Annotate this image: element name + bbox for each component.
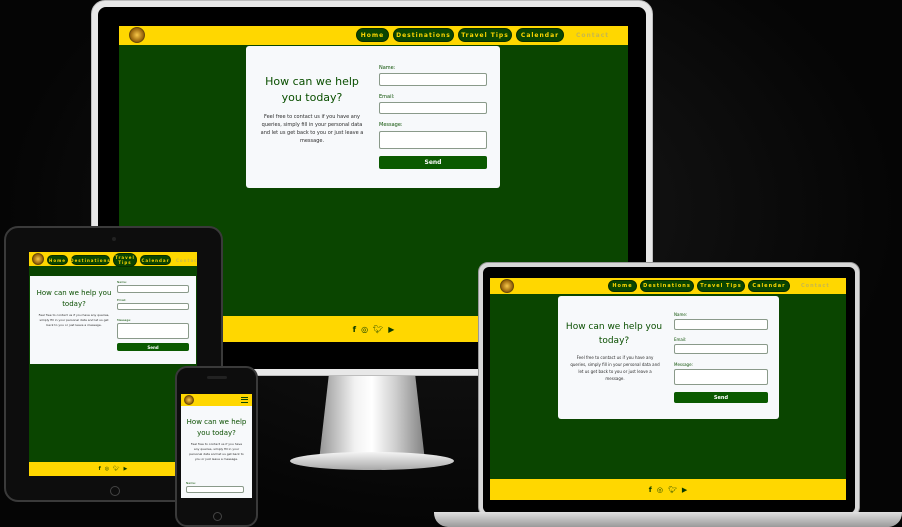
message-label: Message: — [674, 362, 693, 367]
youtube-icon[interactable]: ▶ — [388, 325, 394, 334]
contact-heading: How can we help you today? — [565, 322, 663, 346]
facebook-icon[interactable]: f — [99, 466, 101, 472]
nav-travel-tips[interactable]: Travel Tips — [458, 28, 512, 42]
message-label: Message: — [117, 318, 132, 322]
name-label: Name: — [117, 280, 127, 284]
contact-heading: How can we help you today? — [265, 75, 359, 104]
twitter-icon[interactable]: 🐦︎ — [113, 466, 119, 472]
contact-card: How can we help you today? Feel free to … — [558, 296, 779, 419]
contact-heading: How can we help you today? — [36, 289, 112, 308]
site-logo[interactable] — [500, 279, 514, 293]
desktop-navbar: Home Destinations Travel Tips Calendar C… — [119, 26, 628, 45]
nav-destinations[interactable]: Destinations — [393, 28, 454, 42]
nav-calendar[interactable]: Calendar — [516, 28, 564, 42]
message-field[interactable] — [117, 323, 189, 339]
nav-home[interactable]: Home — [47, 255, 68, 265]
nav-destinations[interactable]: Destinations — [640, 280, 694, 292]
nav-travel-tips[interactable]: Travel Tips — [113, 253, 137, 267]
name-field[interactable] — [186, 486, 244, 493]
nav-destinations[interactable]: Destinations — [70, 255, 110, 265]
site-logo[interactable] — [184, 395, 194, 405]
tablet-screen: Home Destinations Travel Tips Calendar C… — [29, 252, 197, 476]
nav-calendar[interactable]: Calendar — [140, 255, 171, 265]
monitor-stand — [319, 376, 425, 456]
email-field[interactable] — [379, 102, 487, 114]
send-button[interactable]: Send — [674, 392, 768, 403]
send-button[interactable]: Send — [117, 343, 189, 351]
site-logo[interactable] — [32, 253, 44, 265]
contact-intro: Feel free to contact us if you have any … — [38, 313, 110, 327]
contact-intro: Feel free to contact us if you have any … — [189, 442, 244, 461]
youtube-icon[interactable]: ▶ — [682, 486, 687, 494]
contact-heading: How can we help you today? — [186, 418, 247, 437]
laptop-screen: Home Destinations Travel Tips Calendar C… — [490, 278, 846, 500]
phone-home-button — [213, 512, 222, 521]
nav-travel-tips[interactable]: Travel Tips — [697, 280, 745, 292]
twitter-icon[interactable]: 🐦︎ — [668, 486, 677, 494]
facebook-icon[interactable]: f — [649, 486, 652, 494]
name-label: Name: — [674, 312, 688, 317]
instagram-icon[interactable]: ◎ — [657, 486, 663, 494]
email-label: Email: — [117, 298, 127, 302]
contact-intro: Feel free to contact us if you have any … — [260, 114, 364, 144]
twitter-icon[interactable]: 🐦︎ — [373, 325, 383, 334]
tablet-home-button — [110, 486, 120, 496]
instagram-icon[interactable]: ◎ — [105, 466, 109, 472]
facebook-icon[interactable]: f — [353, 325, 356, 334]
message-field[interactable] — [674, 369, 768, 385]
email-label: Email: — [674, 337, 687, 342]
instagram-icon[interactable]: ◎ — [361, 325, 368, 334]
phone-screen: How can we help you today? Feel free to … — [181, 394, 252, 498]
name-label: Name: — [379, 65, 396, 71]
contact-card: How can we help you today? Feel free to … — [246, 46, 500, 188]
contact-card: How can we help you today? Feel free to … — [30, 276, 196, 364]
youtube-icon[interactable]: ▶ — [124, 466, 128, 472]
email-field[interactable] — [117, 303, 189, 310]
name-field[interactable] — [117, 285, 189, 293]
nav-contact[interactable]: Contact — [801, 283, 830, 289]
message-field[interactable] — [379, 131, 487, 149]
laptop-base — [434, 512, 902, 527]
contact-intro: Feel free to contact us if you have any … — [570, 355, 660, 381]
name-field[interactable] — [674, 319, 768, 330]
email-field[interactable] — [674, 344, 768, 354]
menu-icon[interactable] — [241, 397, 248, 403]
site-logo[interactable] — [129, 27, 145, 43]
send-button[interactable]: Send — [379, 156, 487, 169]
nav-contact[interactable]: Contact — [576, 32, 609, 39]
nav-contact[interactable]: Contact — [176, 258, 197, 263]
nav-calendar[interactable]: Calendar — [748, 280, 790, 292]
nav-home[interactable]: Home — [608, 280, 637, 292]
contact-card: How can we help you today? Feel free to … — [181, 406, 252, 498]
nav-home[interactable]: Home — [356, 28, 389, 42]
email-label: Email: — [379, 94, 395, 100]
name-field[interactable] — [379, 73, 487, 86]
message-label: Message: — [379, 122, 403, 128]
name-label: Name: — [186, 481, 196, 485]
monitor-base — [290, 452, 454, 470]
